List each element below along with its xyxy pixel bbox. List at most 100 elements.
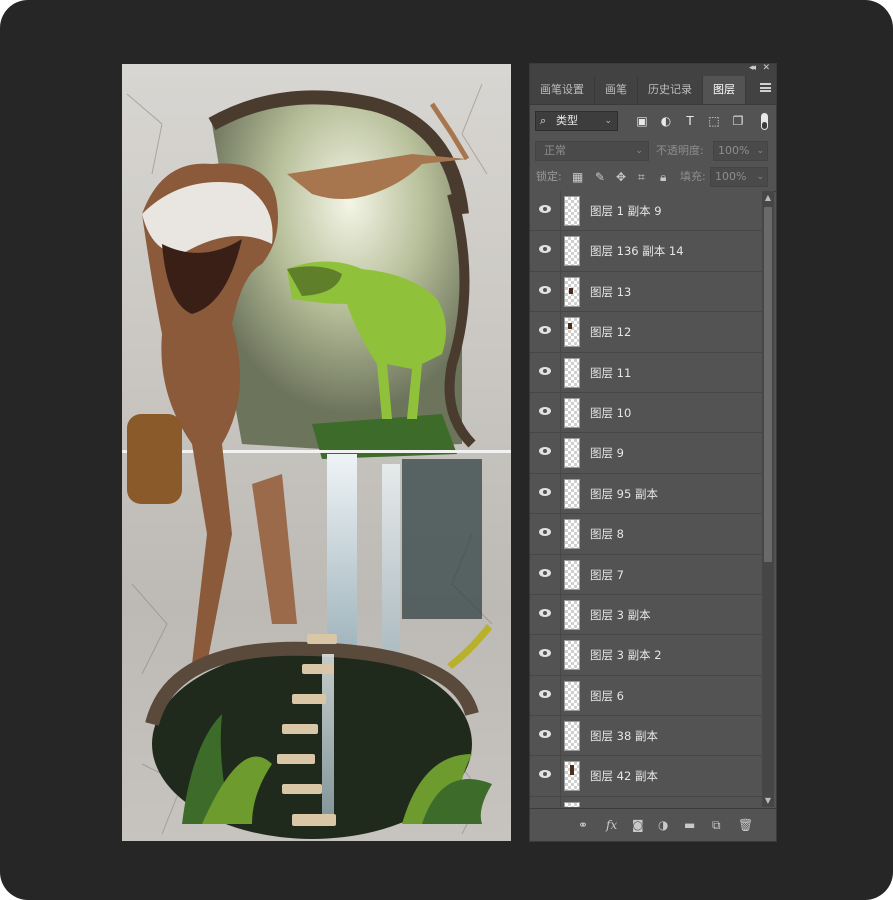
filter-adjustment-icon[interactable]: ◐ xyxy=(654,113,678,129)
layer-row[interactable]: 图层 7 xyxy=(530,554,762,595)
filter-type-value: 类型 xyxy=(556,114,578,127)
lock-artboard-icon[interactable]: ⌗ xyxy=(638,169,645,185)
layer-thumbnail xyxy=(564,196,580,226)
layer-thumbnail xyxy=(564,397,580,428)
panel-tabs: 画笔设置 画笔 历史记录 图层 xyxy=(530,76,776,105)
collapse-panel-icon[interactable]: ◂◂ xyxy=(749,63,756,73)
mask-icon[interactable]: ◙ xyxy=(632,817,644,833)
layer-row[interactable]: 图层 6 xyxy=(530,675,762,717)
layer-row[interactable]: 图层 38 副本 xyxy=(530,716,762,757)
layer-name: 图层 13 xyxy=(590,284,632,299)
layer-row[interactable]: 图层 1 副本 9 xyxy=(530,191,762,232)
layer-name: 图层 42 副本 xyxy=(590,769,658,784)
link-icon[interactable]: ⚭ xyxy=(578,817,588,833)
filter-pixel-icon[interactable]: ▣ xyxy=(630,113,654,129)
layer-name: 图层 9 xyxy=(590,446,624,461)
layer-thumbnail xyxy=(564,519,580,550)
eye-icon[interactable] xyxy=(539,245,551,254)
eye-icon[interactable] xyxy=(539,528,551,537)
trash-icon[interactable]: 🗑︎ xyxy=(738,817,753,833)
tab-brush-settings[interactable]: 画笔设置 xyxy=(530,76,595,104)
lock-row: 锁定: ▦ ✎ ✥ ⌗ 🔒︎ 填充: 100% ⌄ xyxy=(530,163,776,192)
eye-icon[interactable] xyxy=(539,406,551,415)
layer-row[interactable]: 图层 9 xyxy=(530,433,762,474)
scroll-up-icon[interactable]: ▲ xyxy=(762,193,774,202)
eye-icon[interactable] xyxy=(539,568,551,577)
layer-row[interactable]: 图层 95 副本 xyxy=(530,473,762,515)
layer-name: 图层 7 xyxy=(590,567,624,582)
filter-type-select[interactable]: ⌕ 类型 ⌄ xyxy=(535,111,618,131)
opacity-field[interactable]: 100% ⌄ xyxy=(713,141,768,161)
filter-toggle-switch[interactable] xyxy=(761,113,768,130)
layer-name: 图层 8 xyxy=(590,527,624,542)
app-window-frame: ◂◂ ✕ 画笔设置 画笔 历史记录 图层 ⌕ 类型 ⌄ ▣ ◐ T ⬚ ❐ 正常… xyxy=(0,0,893,900)
tab-history[interactable]: 历史记录 xyxy=(638,76,703,104)
folder-icon[interactable]: ▬ xyxy=(684,817,695,833)
eye-icon[interactable] xyxy=(539,447,551,456)
panel-menu-icon[interactable] xyxy=(760,83,771,92)
chevron-down-icon: ⌄ xyxy=(756,146,764,156)
layer-row[interactable]: 图层 12 xyxy=(530,312,762,353)
layer-thumbnail xyxy=(564,559,580,590)
layer-row[interactable]: 图层 136 副本 14 xyxy=(530,231,762,272)
eye-icon[interactable] xyxy=(539,649,551,658)
document-canvas[interactable] xyxy=(122,64,511,841)
panel-title-strip: ◂◂ ✕ xyxy=(530,63,776,76)
layer-thumbnail xyxy=(564,317,580,348)
eye-icon[interactable] xyxy=(539,366,551,375)
eye-icon[interactable] xyxy=(539,689,551,698)
fx-icon[interactable]: fx xyxy=(606,817,617,833)
fill-value: 100% xyxy=(715,170,747,183)
lock-transparent-pixels-icon[interactable]: ▦ xyxy=(572,169,583,185)
filter-smart-object-icon[interactable]: ❐ xyxy=(726,113,750,129)
filter-shape-icon[interactable]: ⬚ xyxy=(702,113,726,129)
eye-icon[interactable] xyxy=(539,770,551,779)
tab-layers[interactable]: 图层 xyxy=(703,76,746,104)
layer-name: 图层 3 副本 2 xyxy=(590,648,662,663)
layer-thumbnail xyxy=(564,357,580,388)
chevron-down-icon: ⌄ xyxy=(756,172,764,182)
close-icon[interactable]: ✕ xyxy=(762,63,770,73)
tab-brushes[interactable]: 画笔 xyxy=(595,76,638,104)
layer-filter-row: ⌕ 类型 ⌄ ▣ ◐ T ⬚ ❐ xyxy=(530,105,776,137)
layer-row[interactable]: 图层 10 xyxy=(530,392,762,434)
layer-row[interactable]: 图层 13 xyxy=(530,271,762,313)
layers-panel: ◂◂ ✕ 画笔设置 画笔 历史记录 图层 ⌕ 类型 ⌄ ▣ ◐ T ⬚ ❐ 正常… xyxy=(529,63,777,842)
layer-row[interactable]: 图层 42 副本 xyxy=(530,756,762,797)
layers-list: 图层 1 副本 9 图层 136 副本 14 图层 13 图层 12 图层 11 xyxy=(530,191,762,807)
layers-scrollbar[interactable]: ▲ ▼ xyxy=(762,191,774,807)
eye-icon[interactable] xyxy=(539,205,551,213)
lock-all-icon[interactable]: 🔒︎ xyxy=(660,169,666,185)
layer-row[interactable]: 图层 3 副本 2 xyxy=(530,635,762,676)
eye-icon[interactable] xyxy=(539,487,551,496)
artwork-illustration xyxy=(122,83,511,839)
new-layer-icon[interactable]: ⧉ xyxy=(712,817,721,833)
lock-image-pixels-icon[interactable]: ✎ xyxy=(595,169,605,185)
fill-field[interactable]: 100% ⌄ xyxy=(710,167,768,187)
eye-icon[interactable] xyxy=(539,326,551,335)
layer-row[interactable]: 图层 11 xyxy=(530,352,762,393)
blend-mode-value: 正常 xyxy=(544,144,566,157)
layer-thumbnail xyxy=(564,599,580,630)
layer-thumbnail xyxy=(564,801,580,807)
layer-row[interactable]: 图层 8 xyxy=(530,514,762,555)
filter-icons: ▣ ◐ T ⬚ ❐ xyxy=(630,113,750,129)
fill-label: 填充: xyxy=(680,170,706,183)
scroll-down-icon[interactable]: ▼ xyxy=(762,796,774,805)
layer-row[interactable] xyxy=(530,796,762,807)
layer-name: 图层 11 xyxy=(590,365,632,380)
filter-type-text-icon[interactable]: T xyxy=(678,113,702,129)
chevron-down-icon: ⌄ xyxy=(635,146,643,156)
blend-mode-select[interactable]: 正常 ⌄ xyxy=(535,141,649,161)
eye-icon[interactable] xyxy=(539,285,551,294)
lock-position-icon[interactable]: ✥ xyxy=(616,169,626,185)
eye-icon[interactable] xyxy=(539,730,551,739)
layer-row[interactable]: 图层 3 副本 xyxy=(530,594,762,636)
scroll-thumb[interactable] xyxy=(764,207,772,562)
eye-icon[interactable] xyxy=(539,608,551,617)
opacity-label: 不透明度: xyxy=(656,144,704,157)
layer-thumbnail xyxy=(564,236,580,267)
panel-footer: ⚭ fx ◙ ◑ ▬ ⧉ 🗑︎ xyxy=(530,808,776,841)
layer-name: 图层 3 副本 xyxy=(590,607,651,622)
adjustment-icon[interactable]: ◑ xyxy=(658,817,668,833)
